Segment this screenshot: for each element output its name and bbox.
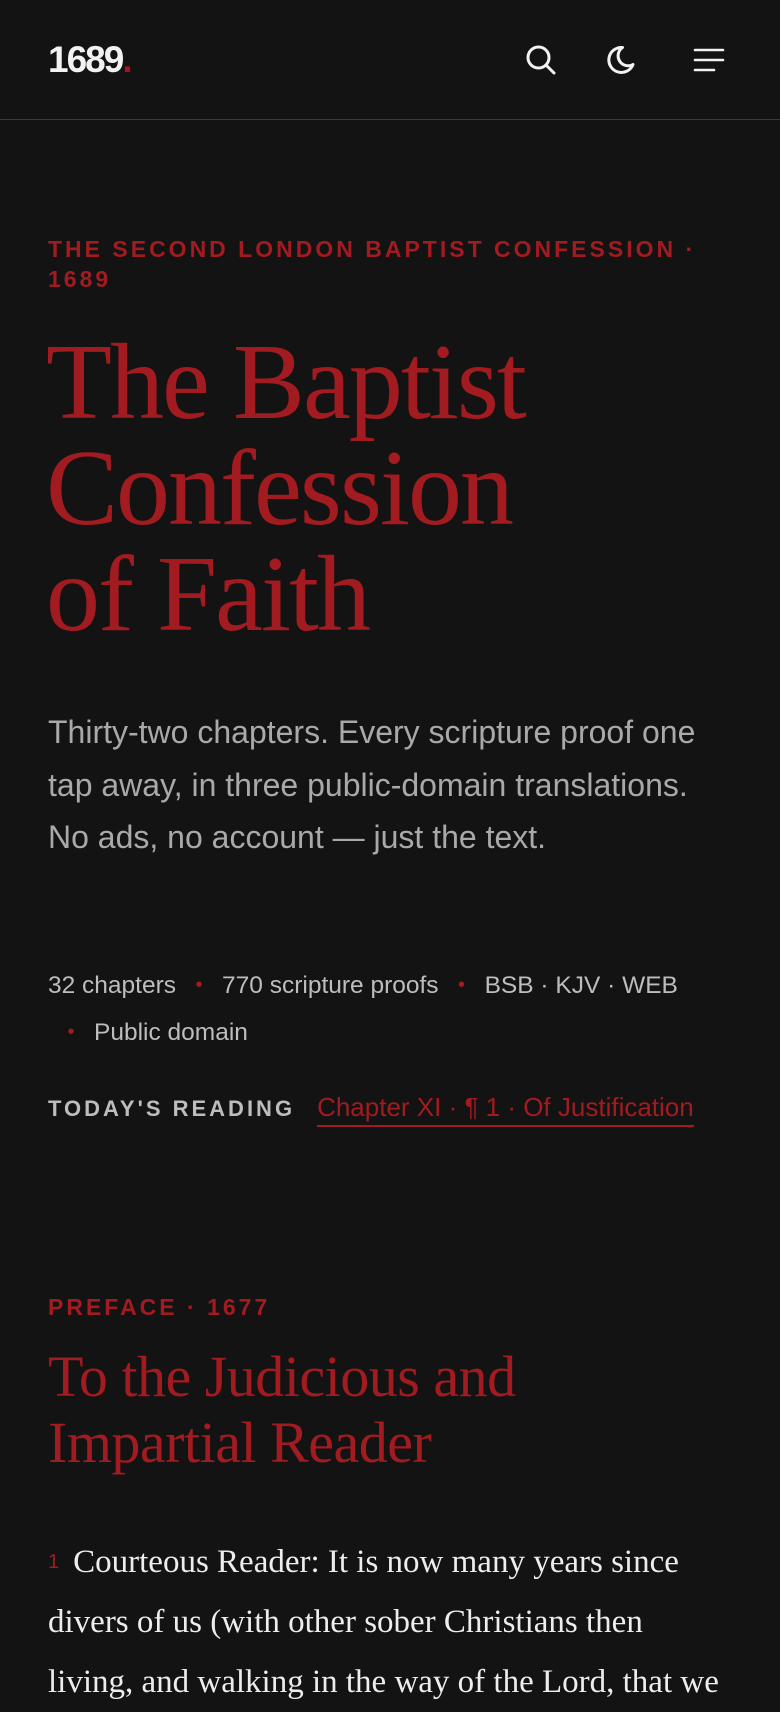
hero-title-line: The Baptist [46, 323, 527, 442]
hero-title-line: of Faith [46, 535, 371, 654]
logo-dot: . [122, 39, 132, 80]
todays-reading: Today's Reading Chapter XI · ¶ 1 · Of Ju… [48, 1092, 748, 1128]
paragraph-text: Courteous Reader: It is now many years s… [48, 1544, 719, 1700]
preface-title-line: To the Judicious and [48, 1344, 516, 1409]
preface-eyebrow: Preface · 1677 [48, 1294, 271, 1320]
stats-list: 32 chapters • 770 scripture proofs • BSB · K… [48, 962, 708, 1056]
search-button[interactable] [517, 36, 565, 84]
logo-text: 1689 [48, 39, 124, 80]
menu-button[interactable] [685, 36, 733, 84]
stat-translations: BSB · KJV · WEB [484, 972, 678, 999]
stat-separator: • [458, 974, 466, 996]
preface-paragraph: 1 Courteous Reader: It is now many years … [48, 1532, 724, 1712]
stat-separator: • [67, 1021, 75, 1043]
hero-title-line: Confession [46, 429, 514, 548]
stat-separator: • [195, 974, 203, 996]
paragraph-number[interactable]: 1 [48, 1551, 59, 1573]
stat-license: Public domain [94, 1019, 248, 1046]
moon-icon [607, 42, 643, 78]
todays-reading-label: Today's Reading [48, 1096, 296, 1121]
preface-title-line: Impartial Reader [48, 1410, 432, 1475]
hero-title: The Baptist Confession of Faith [46, 323, 746, 654]
stat-chapters: 32 chapters [48, 972, 177, 999]
todays-reading-link[interactable]: Chapter XI · ¶ 1 · Of Justification [317, 1092, 694, 1127]
site-logo[interactable]: 1689. [48, 36, 133, 84]
hero-lede: Thirty-two chapters. Every scripture pro… [48, 714, 696, 855]
preface-title: To the Judicious and Impartial Reader [48, 1344, 748, 1476]
menu-icon [693, 46, 725, 74]
hero-eyebrow: The Second London Baptist Confession · 1… [48, 236, 697, 292]
stat-proofs: 770 scripture proofs [222, 972, 439, 999]
theme-toggle-button[interactable] [601, 36, 649, 84]
search-icon [524, 43, 558, 77]
site-header: 1689. [0, 0, 780, 120]
